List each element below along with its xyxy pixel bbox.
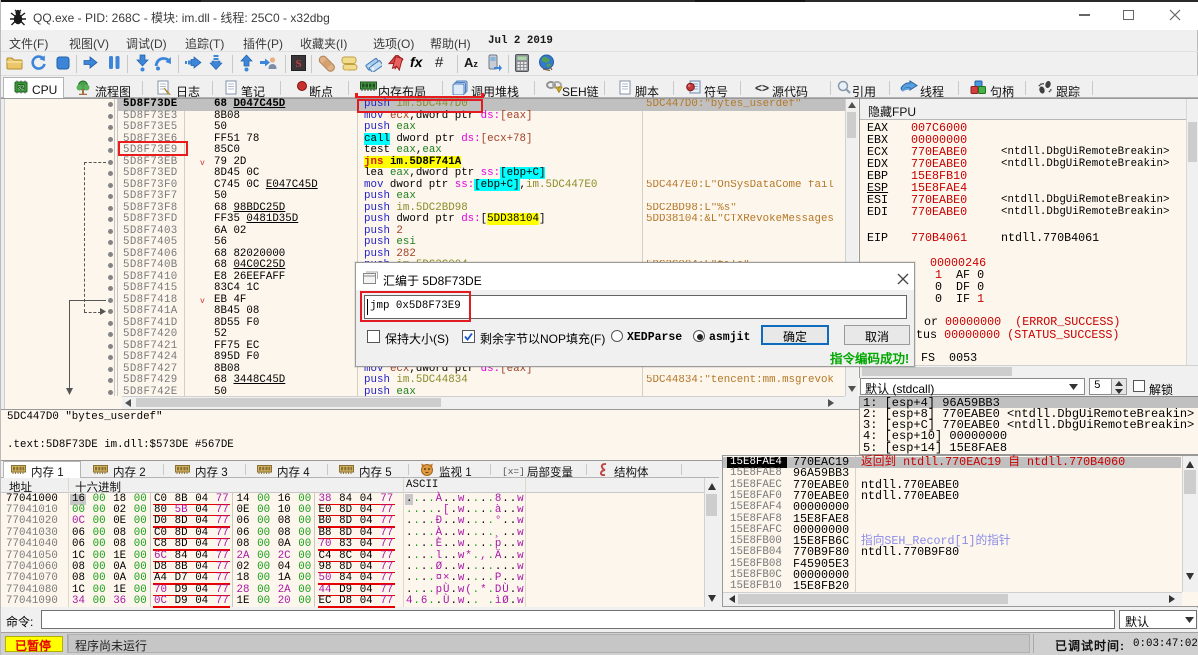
svg-text:!: ! [558,87,559,93]
svg-text:32: 32 [18,86,25,92]
svg-text:S: S [295,58,301,70]
